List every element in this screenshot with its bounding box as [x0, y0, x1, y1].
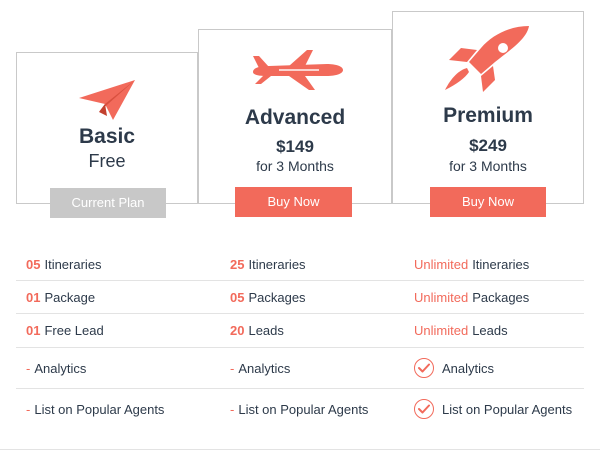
feature-label: Analytics	[34, 360, 87, 376]
feature-label: List on Popular Agents	[238, 401, 369, 417]
feature-value: 20	[230, 323, 245, 338]
feature-cell-premium: List on Popular Agents	[414, 389, 572, 429]
feature-label: Free Lead	[44, 323, 104, 338]
rocket-icon	[441, 24, 531, 101]
bottom-divider	[0, 449, 600, 450]
buy-now-button-advanced[interactable]: Buy Now	[235, 187, 352, 217]
feature-cell-basic: - Analytics	[26, 348, 86, 388]
feature-value: 05	[230, 289, 245, 305]
plan-price: $149	[276, 137, 314, 156]
airplane-icon	[249, 48, 345, 97]
feature-value: 05	[26, 256, 41, 272]
buy-now-button-premium[interactable]: Buy Now	[430, 187, 546, 217]
dash-mark: -	[230, 401, 235, 417]
feature-value: Unlimited	[414, 256, 469, 272]
plan-subtitle: Free	[88, 151, 126, 171]
plan-card-premium: Premium $249 for 3 Months	[392, 11, 584, 204]
feature-label: Leads	[472, 323, 508, 338]
feature-cell-advanced: 25 Itineraries	[230, 248, 306, 280]
feature-cell-advanced: 20 Leads	[230, 314, 284, 347]
plan-price: $249	[469, 136, 507, 155]
dash-mark: -	[26, 360, 31, 376]
feature-value: 01	[26, 323, 41, 338]
feature-label: Analytics	[442, 360, 495, 376]
plan-title: Advanced	[244, 106, 346, 129]
feature-label: List on Popular Agents	[34, 401, 165, 417]
feature-cell-advanced: - List on Popular Agents	[230, 389, 368, 429]
feature-value: 25	[230, 256, 245, 272]
feature-cell-premium: Unlimited Leads	[414, 314, 508, 347]
feature-label: Package	[44, 289, 96, 305]
feature-label: Itineraries	[472, 256, 530, 272]
feature-value: Unlimited	[414, 289, 469, 305]
feature-cell-premium: Analytics	[414, 348, 494, 388]
plan-period: for 3 Months	[449, 158, 527, 174]
feature-row: - Analytics - Analytics Analytics	[16, 348, 584, 389]
feature-cell-premium: Unlimited Itineraries	[414, 248, 529, 280]
plan-period: for 3 Months	[256, 158, 334, 174]
feature-row: - List on Popular Agents - List on Popul…	[16, 389, 584, 429]
plan-card-advanced: Advanced $149 for 3 Months	[198, 29, 392, 204]
feature-cell-advanced: 05 Packages	[230, 281, 306, 313]
check-circle-icon	[414, 358, 434, 378]
feature-row: 05 Itineraries 25 Itineraries Unlimited …	[16, 248, 584, 281]
feature-row: 01 Package 05 Packages Unlimited Package…	[16, 281, 584, 314]
feature-cell-basic: 01 Package	[26, 281, 95, 313]
feature-cell-advanced: - Analytics	[230, 348, 290, 388]
feature-label: Itineraries	[44, 256, 102, 272]
feature-label: Itineraries	[248, 256, 306, 272]
feature-label: List on Popular Agents	[442, 401, 573, 417]
check-circle-icon	[414, 399, 434, 419]
plan-card-basic: Basic Free	[16, 52, 198, 204]
feature-label: Leads	[248, 323, 284, 338]
feature-cell-basic: - List on Popular Agents	[26, 389, 164, 429]
feature-label: Analytics	[238, 360, 291, 376]
feature-row: 01 Free Lead 20 Leads Unlimited Leads	[16, 314, 584, 348]
feature-value: 01	[26, 289, 41, 305]
feature-value: Unlimited	[414, 323, 469, 338]
feature-label: Packages	[472, 289, 530, 305]
plan-title: Premium	[443, 104, 533, 127]
feature-cell-basic: 05 Itineraries	[26, 248, 102, 280]
current-plan-button[interactable]: Current Plan	[50, 188, 166, 218]
feature-label: Packages	[248, 289, 306, 305]
feature-cell-premium: Unlimited Packages	[414, 281, 529, 313]
plan-title: Basic	[78, 125, 136, 148]
dash-mark: -	[230, 360, 235, 376]
feature-cell-basic: 01 Free Lead	[26, 314, 104, 347]
paper-plane-icon	[77, 78, 137, 127]
dash-mark: -	[26, 401, 31, 417]
